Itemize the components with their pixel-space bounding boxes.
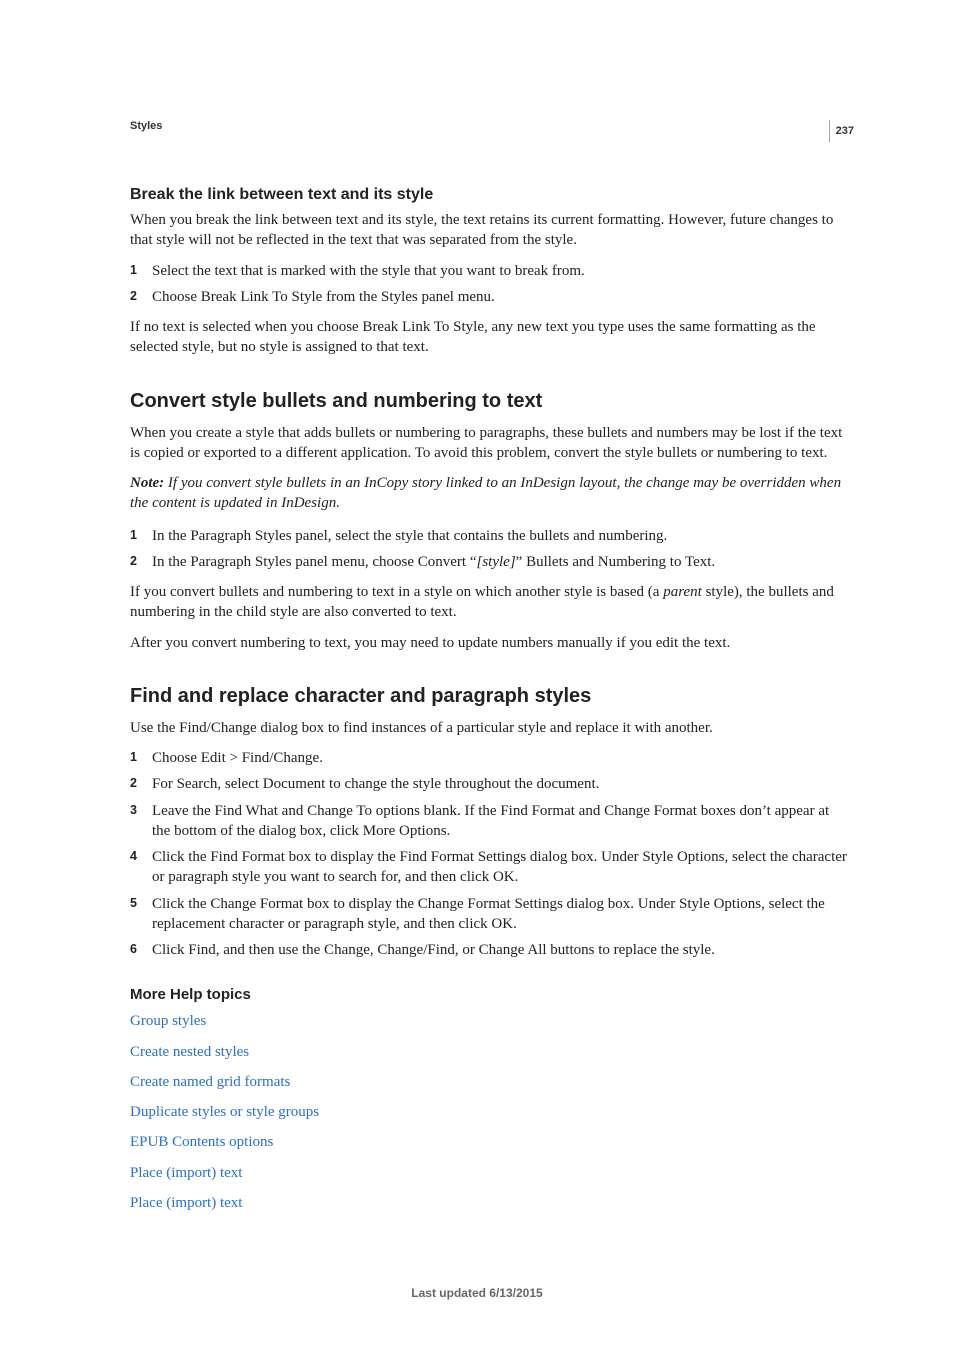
running-head: Styles [130,120,849,132]
step-item: Choose Edit > Find/Change. [130,748,849,768]
body-text-italic: parent [663,584,702,600]
body-text-span: If you convert bullets and numbering to … [130,584,663,600]
help-link-create-named-grid-formats[interactable]: Create named grid formats [130,1072,849,1092]
step-item: In the Paragraph Styles panel, select th… [130,526,849,546]
page-number-wrap: 237 [829,120,854,142]
section-convert: Convert style bullets and numbering to t… [130,390,849,653]
step-item: Click the Find Format box to display the… [130,847,849,888]
step-item: Choose Break Link To Style from the Styl… [130,287,849,307]
step-item: Click the Change Format box to display t… [130,894,849,935]
more-help-heading: More Help topics [130,986,849,1003]
steps-convert: In the Paragraph Styles panel, select th… [130,526,849,573]
help-link-group-styles[interactable]: Group styles [130,1011,849,1031]
page-number: 237 [836,125,854,137]
section-break-link: Break the link between text and its styl… [130,186,849,358]
body-text: Use the Find/Change dialog box to find i… [130,718,849,738]
step-text: In the Paragraph Styles panel menu, choo… [152,554,477,570]
step-item: Select the text that is marked with the … [130,261,849,281]
step-text: ” Bullets and Numbering to Text. [516,554,715,570]
body-text: When you create a style that adds bullet… [130,423,849,464]
help-link-place-import-text[interactable]: Place (import) text [130,1163,849,1183]
body-text: After you convert numbering to text, you… [130,633,849,653]
step-item: For Search, select Document to change th… [130,774,849,794]
body-text: If no text is selected when you choose B… [130,317,849,358]
body-text: If you convert bullets and numbering to … [130,582,849,623]
help-link-epub-contents-options[interactable]: EPUB Contents options [130,1132,849,1152]
heading-break-link: Break the link between text and its styl… [130,186,849,204]
page: 237 Styles Break the link between text a… [0,0,954,1350]
heading-convert: Convert style bullets and numbering to t… [130,390,849,413]
help-link-create-nested-styles[interactable]: Create nested styles [130,1042,849,1062]
heading-find-replace: Find and replace character and paragraph… [130,685,849,708]
steps-break-link: Select the text that is marked with the … [130,261,849,308]
step-item: Click Find, and then use the Change, Cha… [130,940,849,960]
step-item: Leave the Find What and Change To option… [130,801,849,842]
step-text-italic: [style] [477,554,516,570]
note-label: Note: [130,475,168,491]
section-find-replace: Find and replace character and paragraph… [130,685,849,961]
steps-find-replace: Choose Edit > Find/Change. For Search, s… [130,748,849,960]
step-item: In the Paragraph Styles panel menu, choo… [130,552,849,572]
page-footer: Last updated 6/13/2015 [0,1286,954,1300]
note-body: If you convert style bullets in an InCop… [130,475,841,511]
note: Note: If you convert style bullets in an… [130,473,849,514]
body-text: When you break the link between text and… [130,210,849,251]
help-link-duplicate-styles[interactable]: Duplicate styles or style groups [130,1102,849,1122]
more-help-section: More Help topics Group styles Create nes… [130,986,849,1213]
help-link-place-import-text-2[interactable]: Place (import) text [130,1193,849,1213]
